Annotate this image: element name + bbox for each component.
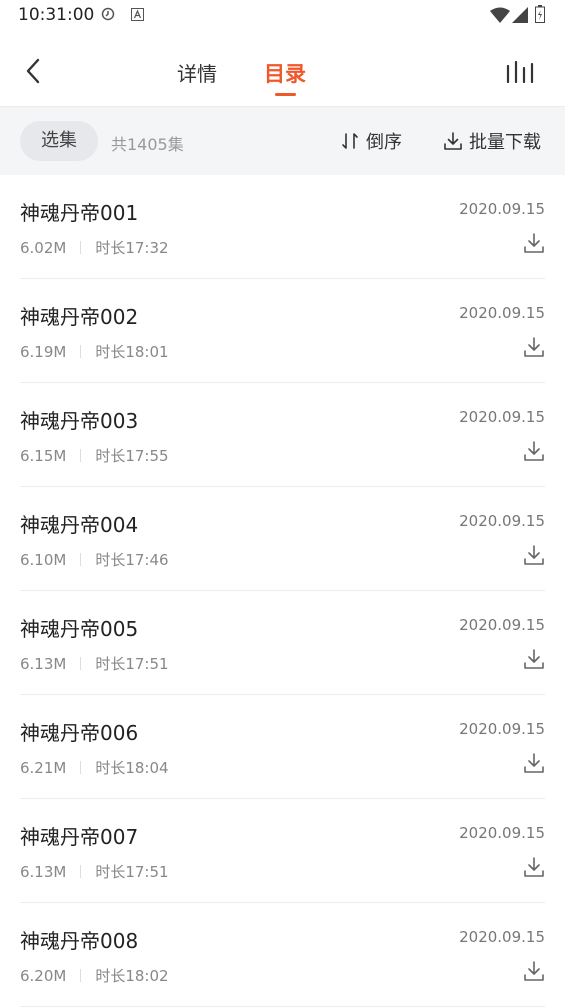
episode-date: 2020.09.15 xyxy=(459,200,545,218)
meta-divider xyxy=(80,345,82,358)
episode-item[interactable]: 神魂丹帝004 2020.09.15 6.10M 时长17:46 xyxy=(20,487,545,591)
episode-title: 神魂丹帝004 xyxy=(20,513,139,537)
tab-catalog[interactable]: 目录 xyxy=(264,58,306,88)
download-icon[interactable] xyxy=(523,336,545,358)
select-episodes-button[interactable]: 选集 xyxy=(20,121,98,161)
episode-list: 神魂丹帝001 2020.09.15 6.02M 时长17:32 神魂丹帝002 … xyxy=(0,175,565,1007)
playing-bars-icon[interactable] xyxy=(505,60,535,84)
download-icon[interactable] xyxy=(523,960,545,982)
episode-size: 6.20M xyxy=(20,966,67,985)
app-notification-icon xyxy=(131,8,144,21)
episode-item[interactable]: 神魂丹帝007 2020.09.15 6.13M 时长17:51 xyxy=(20,799,545,903)
episode-size: 6.10M xyxy=(20,550,67,569)
episode-size: 6.13M xyxy=(20,862,67,881)
episode-item[interactable]: 神魂丹帝005 2020.09.15 6.13M 时长17:51 xyxy=(20,591,545,695)
meta-divider xyxy=(80,761,82,774)
episode-title: 神魂丹帝007 xyxy=(20,825,139,849)
wifi-icon xyxy=(490,7,510,23)
episode-duration: 时长17:55 xyxy=(95,447,169,465)
episode-size: 6.15M xyxy=(20,446,67,465)
episode-date: 2020.09.15 xyxy=(459,304,545,322)
back-arrow-icon[interactable] xyxy=(22,56,46,86)
episode-size: 6.21M xyxy=(20,758,67,777)
episode-title: 神魂丹帝008 xyxy=(20,929,139,953)
batch-download-button[interactable]: 批量下载 xyxy=(443,128,541,154)
episode-title: 神魂丹帝001 xyxy=(20,201,139,225)
sort-label: 倒序 xyxy=(366,132,402,153)
episode-title: 神魂丹帝005 xyxy=(20,617,139,641)
meta-divider xyxy=(80,449,82,462)
episode-item[interactable]: 神魂丹帝002 2020.09.15 6.19M 时长18:01 xyxy=(20,279,545,383)
episode-count: 共1405集 xyxy=(111,135,184,154)
download-icon[interactable] xyxy=(523,440,545,462)
signal-icon xyxy=(512,7,528,23)
episode-size: 6.19M xyxy=(20,342,67,361)
episode-title: 神魂丹帝002 xyxy=(20,305,139,329)
episode-date: 2020.09.15 xyxy=(459,928,545,946)
timer-icon xyxy=(101,7,115,21)
episode-meta: 6.20M 时长18:02 xyxy=(20,965,169,986)
status-bar: 10:31:00 xyxy=(0,0,565,32)
episode-duration: 时长18:02 xyxy=(95,967,169,985)
download-icon[interactable] xyxy=(523,232,545,254)
episode-date: 2020.09.15 xyxy=(459,720,545,738)
episode-meta: 6.15M 时长17:55 xyxy=(20,445,169,466)
episode-duration: 时长17:51 xyxy=(95,655,169,673)
episode-meta: 6.02M 时长17:32 xyxy=(20,237,169,258)
episode-duration: 时长18:01 xyxy=(95,343,169,361)
episode-title: 神魂丹帝003 xyxy=(20,409,139,433)
episode-item[interactable]: 神魂丹帝001 2020.09.15 6.02M 时长17:32 xyxy=(20,175,545,279)
download-icon[interactable] xyxy=(523,544,545,566)
episode-meta: 6.21M 时长18:04 xyxy=(20,757,169,778)
top-nav: 详情 目录 xyxy=(0,40,565,107)
sort-icon xyxy=(342,133,358,149)
episode-size: 6.02M xyxy=(20,238,67,257)
meta-divider xyxy=(80,865,82,878)
download-icon xyxy=(444,132,462,150)
episode-item[interactable]: 神魂丹帝006 2020.09.15 6.21M 时长18:04 xyxy=(20,695,545,799)
episode-meta: 6.13M 时长17:51 xyxy=(20,653,169,674)
batch-download-label: 批量下载 xyxy=(469,132,541,153)
meta-divider xyxy=(80,241,82,254)
episode-date: 2020.09.15 xyxy=(459,824,545,842)
meta-divider xyxy=(80,969,82,982)
battery-icon xyxy=(535,5,545,23)
episode-date: 2020.09.15 xyxy=(459,512,545,530)
tab-detail[interactable]: 详情 xyxy=(177,58,217,87)
episode-duration: 时长17:46 xyxy=(95,551,169,569)
download-icon[interactable] xyxy=(523,856,545,878)
episode-duration: 时长18:04 xyxy=(95,759,169,777)
meta-divider xyxy=(80,553,82,566)
reverse-sort-button[interactable]: 倒序 xyxy=(340,128,402,154)
episode-item[interactable]: 神魂丹帝003 2020.09.15 6.15M 时长17:55 xyxy=(20,383,545,487)
episode-meta: 6.13M 时长17:51 xyxy=(20,861,169,882)
meta-divider xyxy=(80,657,82,670)
episode-date: 2020.09.15 xyxy=(459,616,545,634)
episode-meta: 6.19M 时长18:01 xyxy=(20,341,169,362)
episode-meta: 6.10M 时长17:46 xyxy=(20,549,169,570)
episode-duration: 时长17:32 xyxy=(95,239,169,257)
episode-title: 神魂丹帝006 xyxy=(20,721,139,745)
episode-item[interactable]: 神魂丹帝008 2020.09.15 6.20M 时长18:02 xyxy=(20,903,545,1007)
download-icon[interactable] xyxy=(523,752,545,774)
episode-size: 6.13M xyxy=(20,654,67,673)
download-icon[interactable] xyxy=(523,648,545,670)
episode-date: 2020.09.15 xyxy=(459,408,545,426)
catalog-toolbar: 选集 共1405集 倒序 批量下载 xyxy=(0,107,565,175)
active-tab-indicator xyxy=(275,93,296,96)
episode-duration: 时长17:51 xyxy=(95,863,169,881)
status-time: 10:31:00 xyxy=(18,5,95,25)
